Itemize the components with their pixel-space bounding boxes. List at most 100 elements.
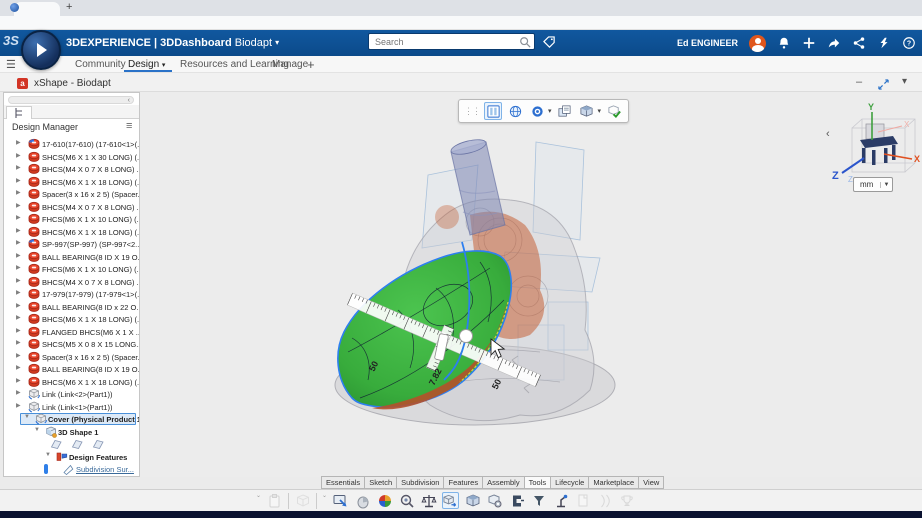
paste-icon[interactable] (266, 492, 283, 509)
tree-item[interactable]: ▶BHCS(M4 X 0 7 X 8 LONG) ... (4, 163, 139, 176)
tree-view-tab[interactable] (6, 106, 32, 119)
expand-arrow-icon[interactable]: ▶ (16, 377, 21, 384)
new-tab-button[interactable]: + (66, 1, 72, 13)
tree-item[interactable]: ▶FHCS(M6 X 1 X 10 LONG) (... (4, 213, 139, 226)
ribbon-tab-features[interactable]: Features (443, 476, 483, 489)
user-name[interactable]: Ed ENGINEER (677, 38, 738, 48)
tree-item-3d-shape[interactable]: ▼3D Shape 1 (4, 426, 139, 439)
expand-arrow-icon[interactable]: ▶ (16, 327, 21, 334)
expand-arrow-icon[interactable]: ▶ (16, 339, 21, 346)
tree-item[interactable]: ▶17-610(17-610) (17-610<1>(... (4, 138, 139, 151)
expand-arrow-icon[interactable]: ▶ (16, 152, 21, 159)
expand-arrow-icon[interactable]: ▶ (16, 264, 21, 271)
ribbon-tab-tools[interactable]: Tools (524, 476, 552, 489)
expand-arrow-icon[interactable]: ▶ (16, 227, 21, 234)
tab-design[interactable]: Design ▾ (128, 59, 165, 70)
expand-arrow-icon[interactable]: ▶ (16, 302, 21, 309)
tree-item[interactable]: ▶SP-997(SP-997) (SP-997<2... (4, 238, 139, 251)
tree-item[interactable]: ▶SHCS(M6 X 1 X 30 LONG) (... (4, 151, 139, 164)
ribbon-tab-marketplace[interactable]: Marketplace (588, 476, 639, 489)
tree-item[interactable]: ▶17-979(17-979) (17-979<1>(... (4, 288, 139, 301)
share-icon[interactable] (827, 36, 841, 50)
expand-arrow-icon[interactable]: ▶ (16, 352, 21, 359)
drag-handle[interactable]: ⋮⋮ (464, 106, 480, 117)
tree-item[interactable]: ▶BHCS(M4 X 0 7 X 8 LONG) ... (4, 276, 139, 289)
model-display-icon[interactable] (484, 102, 502, 120)
add-tab-button[interactable]: + (307, 57, 315, 72)
validate-check-icon[interactable] (605, 102, 623, 120)
search-box[interactable] (368, 33, 535, 50)
search-input[interactable] (369, 37, 519, 47)
share-network-icon[interactable] (852, 36, 866, 50)
funnel-icon[interactable] (530, 492, 547, 509)
tag-icon[interactable] (543, 36, 556, 49)
zoom-gear-icon[interactable] (398, 492, 415, 509)
tree-item[interactable]: ▶BHCS(M4 X 0 7 X 8 LONG) ... (4, 201, 139, 214)
tab-community[interactable]: Community (75, 59, 126, 70)
tree-item[interactable]: ▶SHCS(M5 X 0 8 X 15 LONG... (4, 338, 139, 351)
expand-arrow-icon[interactable]: ▶ (16, 139, 21, 146)
tree-item[interactable]: ▶BHCS(M6 X 1 X 18 LONG) (... (4, 313, 139, 326)
minimize-button[interactable]: – (856, 76, 862, 88)
collapse-arrow-icon[interactable]: ▼ (34, 427, 40, 433)
filter-layers-icon[interactable] (556, 102, 574, 120)
color-wheel-icon[interactable] (376, 492, 393, 509)
ribbon-tab-assembly[interactable]: Assembly (482, 476, 525, 489)
cup-icon[interactable] (618, 492, 635, 509)
render-style-icon[interactable] (528, 102, 546, 120)
expand-arrow-icon[interactable]: ▶ (16, 402, 21, 409)
ghost-cube-icon[interactable] (294, 492, 311, 509)
units-dropdown[interactable]: mm ▼ (853, 177, 893, 192)
tree-item[interactable]: ▶Spacer(3 x 16 x 2 5) (Spacer... (4, 351, 139, 364)
overflow-chevron-icon[interactable]: ⌄ (256, 492, 261, 499)
scale-icon[interactable] (420, 492, 437, 509)
section-box-icon[interactable] (464, 492, 481, 509)
3d-scene[interactable]: 50 7.82 50 (140, 92, 922, 477)
ribbon-tab-essentials[interactable]: Essentials (321, 476, 365, 489)
tree-planes-row[interactable] (4, 438, 139, 451)
avatar[interactable] (749, 35, 766, 52)
expand-arrow-icon[interactable]: ▶ (16, 214, 21, 221)
display-icon[interactable] (332, 492, 349, 509)
menu-icon[interactable]: ☰ (6, 58, 16, 71)
expand-arrow-icon[interactable]: ▶ (16, 277, 21, 284)
tree-item[interactable]: ▶FHCS(M6 X 1 X 10 LONG) (... (4, 263, 139, 276)
ribbon-tab-sketch[interactable]: Sketch (364, 476, 397, 489)
tree-item[interactable]: ▶BHCS(M6 X 1 X 18 LONG) (... (4, 176, 139, 189)
ribbon-tab-subdivision[interactable]: Subdivision (396, 476, 444, 489)
tree-item[interactable]: ▶BALL BEARING(8 ID X 19 O... (4, 363, 139, 376)
tree-item[interactable]: ▶FLANGED BHCS(M6 X 1 X ... (4, 326, 139, 339)
tree-item-subdivision-surface[interactable]: Subdivision Sur... (4, 463, 139, 476)
sheet-icon[interactable] (574, 492, 591, 509)
tree-item-cover[interactable]: ▼Cover (Physical Product 1.1) (4, 413, 139, 426)
tree-item[interactable]: ▶Link (Link<1>(Part1)) (4, 401, 139, 414)
expand-button[interactable] (878, 79, 889, 90)
collapse-app-button[interactable]: ▾ (902, 76, 907, 87)
expand-arrow-icon[interactable]: ▶ (16, 239, 21, 246)
globe-icon[interactable] (506, 102, 524, 120)
expand-arrow-icon[interactable]: ▶ (16, 389, 21, 396)
expand-arrow-icon[interactable]: ▶ (16, 177, 21, 184)
control-point[interactable] (460, 330, 473, 343)
expand-arrow-icon[interactable]: ▶ (16, 252, 21, 259)
cube-gear-icon[interactable] (486, 492, 503, 509)
panel-menu-icon[interactable]: ≡ (126, 120, 132, 132)
browser-tab[interactable] (14, 2, 60, 16)
notifications-icon[interactable] (777, 36, 791, 50)
dropdown-caret-icon[interactable]: ▾ (548, 107, 552, 115)
tree-item[interactable]: ▶Link (Link<2>(Part1)) (4, 388, 139, 401)
tab-manage[interactable]: Manage (272, 59, 308, 70)
expand-arrow-icon[interactable]: ▶ (16, 289, 21, 296)
tree-item[interactable]: ▶BHCS(M6 X 1 X 18 LONG) (... (4, 226, 139, 239)
expand-arrow-icon[interactable]: ▶ (16, 314, 21, 321)
tree-item-design-features[interactable]: ▼Design Features (4, 451, 139, 464)
expand-arrow-icon[interactable]: ▶ (16, 164, 21, 171)
mouse-icon[interactable] (354, 492, 371, 509)
overflow-chevron-icon[interactable]: ⌄ (322, 492, 327, 499)
expand-arrow-icon[interactable]: ▶ (16, 202, 21, 209)
toolbox-icon[interactable] (877, 36, 891, 50)
tree-item[interactable]: ▶BHCS(M6 X 1 X 18 LONG) (... (4, 376, 139, 389)
expand-arrow-icon[interactable]: ▶ (16, 189, 21, 196)
cube-arrow-icon[interactable] (442, 492, 459, 509)
ribbon-tab-view[interactable]: View (638, 476, 664, 489)
